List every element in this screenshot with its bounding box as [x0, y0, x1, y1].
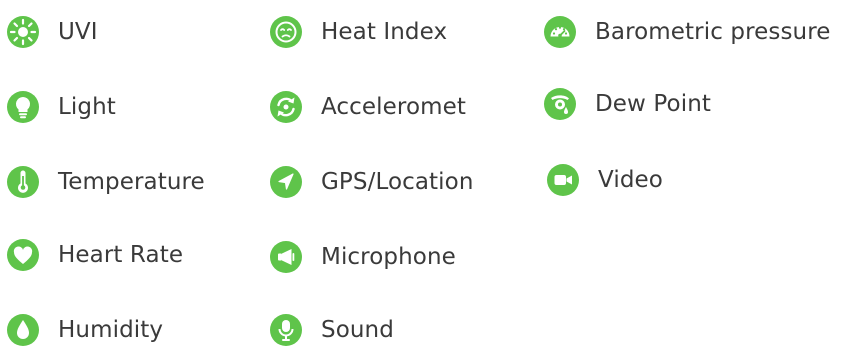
sensor-item-heart-rate: Heart Rate — [7, 235, 183, 275]
sensor-label: Barometric pressure — [595, 19, 831, 45]
megaphone-icon — [270, 241, 302, 273]
sensor-item-gps-location: GPS/Location — [270, 162, 474, 202]
sensor-label: UVI — [58, 19, 98, 45]
sensor-item-temperature: Temperature — [7, 162, 205, 202]
sensor-label: Heat Index — [321, 19, 448, 45]
sensor-label: Sound — [321, 317, 394, 343]
sun-icon — [7, 16, 39, 48]
heart-icon — [7, 239, 39, 271]
sensor-item-uvi: UVI — [7, 12, 98, 52]
sensor-item-accelerometer: Acceleromet — [270, 87, 466, 127]
droplet-icon — [7, 314, 39, 346]
sensor-item-dew-point: Dew Point — [544, 84, 711, 124]
sensor-label: Heart Rate — [58, 242, 184, 268]
sensor-label: Video — [598, 167, 663, 193]
sensor-item-heat-index: Heat Index — [270, 12, 447, 52]
sensor-item-sound: Sound — [270, 310, 394, 350]
sensor-item-light: Light — [7, 87, 116, 127]
sensor-item-barometric-pressure: Barometric pressure — [544, 12, 831, 52]
sensor-label: GPS/Location — [321, 169, 474, 195]
location-arrow-icon — [270, 166, 302, 198]
sensor-label: Microphone — [321, 244, 456, 270]
sensor-label: Acceleromet — [321, 94, 467, 120]
video-camera-icon — [547, 164, 579, 196]
sensor-label: Temperature — [58, 169, 205, 195]
thermometer-icon — [7, 166, 39, 198]
sensor-label: Dew Point — [595, 91, 711, 117]
sensor-item-microphone: Microphone — [270, 237, 456, 277]
microphone-icon — [270, 314, 302, 346]
sensor-item-video: Video — [547, 160, 663, 200]
sweating-face-icon — [270, 16, 302, 48]
rotate-arrows-icon — [270, 91, 302, 123]
lightbulb-icon — [7, 91, 39, 123]
sensor-label: Light — [58, 94, 116, 120]
sensor-label: Humidity — [58, 317, 164, 343]
gauge-icon — [544, 16, 576, 48]
dew-drop-icon — [544, 88, 576, 120]
sensor-item-humidity: Humidity — [7, 310, 163, 350]
